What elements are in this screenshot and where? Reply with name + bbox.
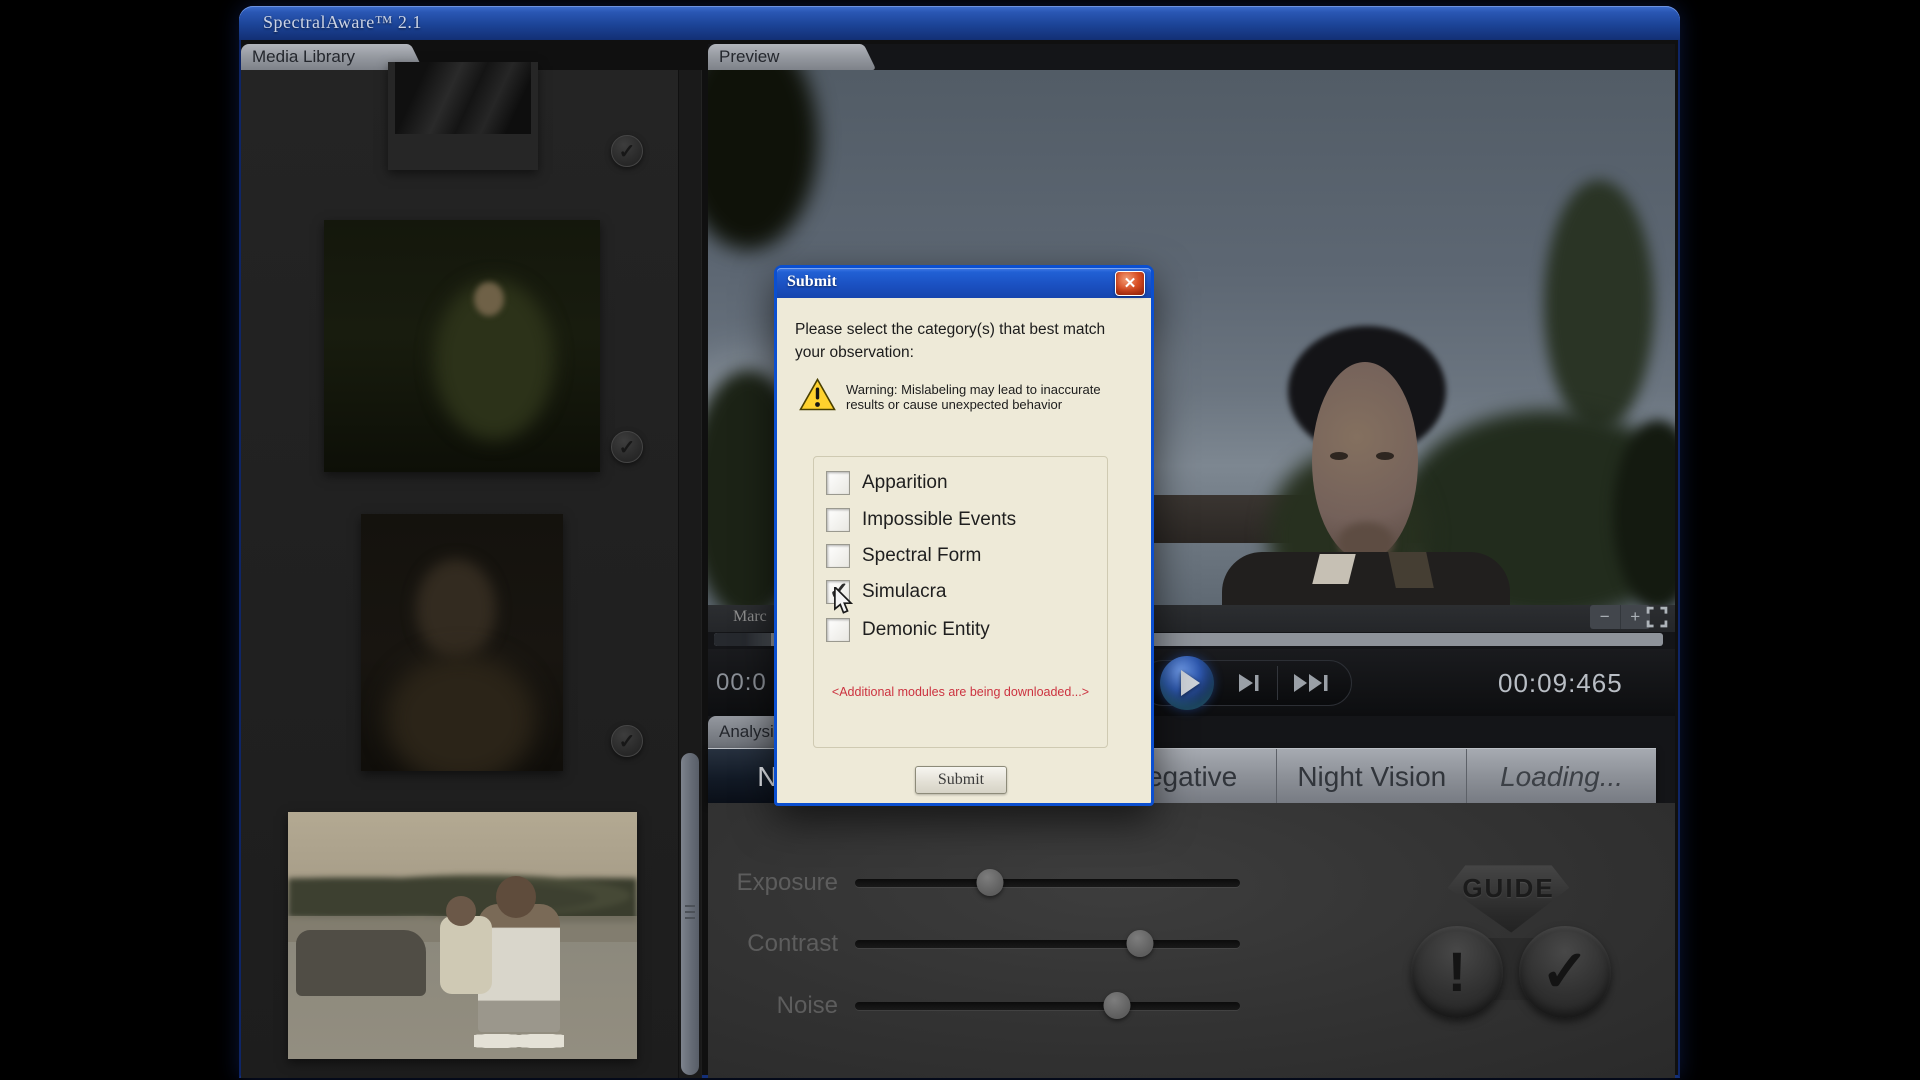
category-groupbox: ✓ Apparition ✓ Impossible Events ✓ Spect…	[813, 456, 1108, 748]
fullscreen-icon	[1646, 606, 1668, 628]
subject-jacket	[1222, 552, 1510, 605]
download-status-text: <Additional modules are being downloaded…	[814, 685, 1107, 699]
thumbnail-4-man-head	[496, 876, 536, 918]
play-icon	[1181, 670, 1200, 696]
transport-divider	[1277, 666, 1278, 700]
window-titlebar[interactable]	[239, 6, 1680, 40]
thumbnail-3-torso	[386, 654, 536, 771]
submit-button-label: Submit	[938, 771, 984, 788]
filter-tab-loading-label: Loading...	[1500, 761, 1623, 792]
clip-name-label: Marc	[733, 608, 767, 626]
filter-tab-night-vision[interactable]: Night Vision	[1276, 749, 1466, 803]
guide-alert-button[interactable]: !	[1411, 926, 1503, 1018]
contrast-slider[interactable]	[855, 940, 1240, 948]
dialog-warning-line2: results or cause unexpected behavior	[846, 397, 1146, 412]
apparition-checkbox[interactable]: ✓	[826, 471, 850, 495]
thumbnail-4-child-head	[446, 896, 476, 926]
end-time: 00:09:465	[1498, 668, 1623, 699]
thumbnail-1-photo	[395, 62, 531, 134]
impossible-events-checkbox[interactable]: ✓	[826, 508, 850, 532]
app-title: SpectralAware™ 2.1	[263, 12, 422, 33]
subject-eye-right	[1376, 452, 1394, 460]
thumbnail-3-face	[416, 559, 496, 659]
option-row-demonic-entity[interactable]: ✓ Demonic Entity	[826, 617, 990, 643]
dialog-warning: Warning: Mislabeling may lead to inaccur…	[846, 382, 1146, 412]
check-icon: ✓	[619, 141, 636, 163]
exclamation-icon: !	[1448, 940, 1467, 1003]
check-icon: ✓	[1541, 939, 1590, 1004]
thumbnail-2-check-badge: ✓	[611, 431, 643, 463]
contrast-slider-thumb[interactable]	[1126, 930, 1153, 957]
dialog-title: Submit	[787, 273, 837, 291]
subject-collar-camo	[1388, 552, 1434, 588]
contrast-label: Contrast	[708, 930, 838, 958]
thumbnail-4-child	[440, 916, 492, 994]
tab-preview[interactable]: Preview	[708, 44, 856, 70]
option-row-spectral-form[interactable]: ✓ Spectral Form	[826, 543, 981, 569]
media-thumbnail-4[interactable]	[288, 812, 637, 1059]
option-row-apparition[interactable]: ✓ Apparition	[826, 470, 948, 496]
thumbnail-1-check-badge: ✓	[611, 135, 643, 167]
fullscreen-button[interactable]	[1646, 606, 1668, 628]
dialog-intro-line1: Please select the category(s) that best …	[795, 318, 1130, 341]
option-row-impossible-events[interactable]: ✓ Impossible Events	[826, 507, 1016, 533]
submit-dialog: Submit ✕ Please select the category(s) t…	[774, 265, 1154, 806]
step-forward-button[interactable]	[1234, 671, 1262, 695]
noise-slider-thumb[interactable]	[1103, 992, 1130, 1019]
step-forward-icon	[1234, 671, 1262, 695]
dialog-intro-line2: your observation:	[795, 341, 1130, 364]
thumbnail-2-face	[474, 282, 504, 316]
tab-analysis-label: Analysis	[719, 722, 782, 741]
seekbar-played	[714, 633, 771, 646]
dialog-intro: Please select the category(s) that best …	[795, 318, 1130, 364]
dialog-close-button[interactable]: ✕	[1115, 271, 1145, 296]
warning-icon	[799, 378, 836, 411]
video-zoom-controls: − +	[1590, 605, 1650, 629]
play-button[interactable]	[1160, 656, 1214, 710]
check-icon: ✓	[619, 437, 636, 459]
exposure-label: Exposure	[708, 869, 838, 897]
subject-collar-light	[1312, 554, 1355, 584]
media-thumbnail-3[interactable]	[361, 514, 563, 771]
exposure-slider-thumb[interactable]	[976, 869, 1003, 896]
mouse-cursor	[833, 587, 857, 619]
tab-media-library-label: Media Library	[252, 47, 355, 66]
subject-eye-left	[1330, 452, 1348, 460]
media-scrollbar-thumb[interactable]	[681, 753, 699, 1075]
tree-shape-top-left	[708, 70, 818, 250]
tall-tree-shape	[1544, 180, 1654, 430]
tab-preview-label: Preview	[719, 47, 779, 66]
elapsed-time: 00:0	[716, 669, 767, 697]
skip-forward-icon	[1292, 671, 1334, 695]
media-thumbnail-1[interactable]	[388, 62, 538, 170]
simulacra-label: Simulacra	[862, 581, 946, 603]
apparition-label: Apparition	[862, 472, 948, 494]
zoom-out-button[interactable]: −	[1590, 605, 1621, 629]
close-icon: ✕	[1124, 275, 1137, 292]
thumbnail-4-shoes	[474, 1030, 564, 1052]
exposure-slider[interactable]	[855, 879, 1240, 887]
tab-media-library[interactable]: Media Library	[241, 44, 403, 70]
media-thumbnail-2[interactable]	[324, 220, 600, 472]
guide-confirm-button[interactable]: ✓	[1519, 926, 1611, 1018]
impossible-events-label: Impossible Events	[862, 509, 1016, 531]
noise-label: Noise	[708, 992, 838, 1020]
spectral-form-label: Spectral Form	[862, 545, 981, 567]
submit-button[interactable]: Submit	[915, 766, 1007, 794]
dialog-warning-line1: Warning: Mislabeling may lead to inaccur…	[846, 382, 1146, 397]
screen: SpectralAware™ 2.1 Media Library ✓ ✓ ✓	[0, 0, 1920, 1080]
noise-slider[interactable]	[855, 1002, 1240, 1010]
skip-forward-button[interactable]	[1292, 671, 1334, 695]
thumbnail-3-check-badge: ✓	[611, 725, 643, 757]
check-icon: ✓	[619, 731, 636, 753]
filter-tab-night-vision-label: Night Vision	[1297, 761, 1446, 792]
spectral-form-checkbox[interactable]: ✓	[826, 544, 850, 568]
demonic-entity-checkbox[interactable]: ✓	[826, 618, 850, 642]
thumbnail-4-car	[296, 930, 426, 996]
demonic-entity-label: Demonic Entity	[862, 619, 990, 641]
filter-tab-loading[interactable]: Loading...	[1466, 749, 1656, 803]
